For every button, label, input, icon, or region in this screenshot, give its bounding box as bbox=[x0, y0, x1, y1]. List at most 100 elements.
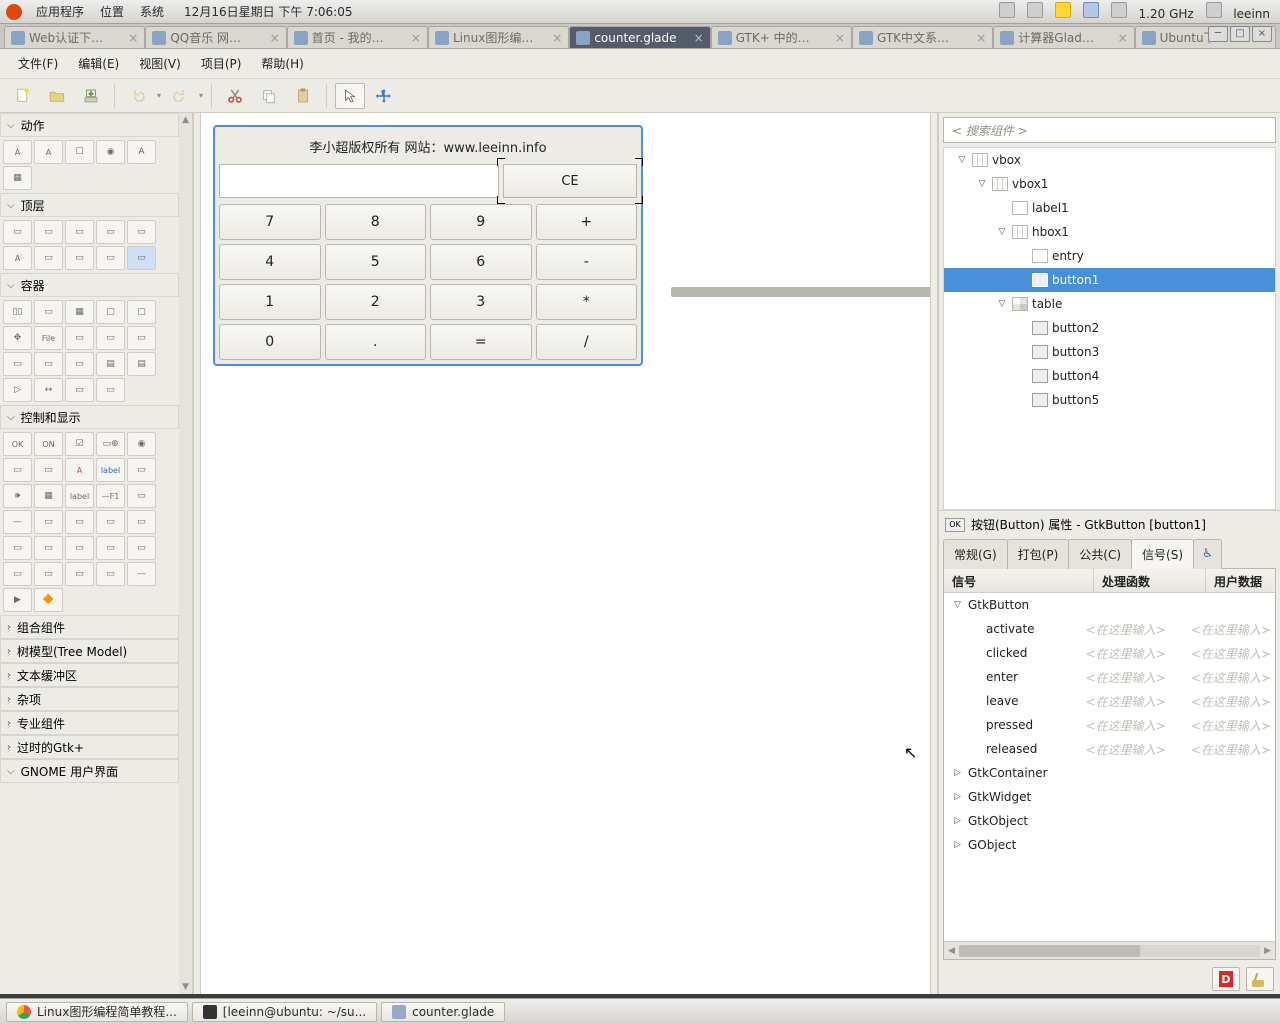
key-9[interactable]: 9 bbox=[430, 204, 532, 240]
palette-section-actions[interactable]: ⌵动作 bbox=[0, 113, 179, 137]
palette-item[interactable]: ▭ bbox=[127, 220, 156, 244]
palette-section-tree[interactable]: ›树模型(Tree Model) bbox=[0, 639, 179, 663]
palette-item[interactable]: ↔ bbox=[34, 378, 63, 402]
maximize-button[interactable]: □ bbox=[1230, 26, 1250, 42]
col-handler[interactable]: 处理函数 bbox=[1094, 569, 1206, 592]
palette-item[interactable]: A bbox=[65, 458, 94, 482]
menu-help[interactable]: 帮助(H) bbox=[253, 51, 311, 76]
tab-active[interactable]: counter.glade× bbox=[569, 26, 710, 48]
signal-group[interactable]: ▷GObject bbox=[944, 833, 1275, 857]
palette-item[interactable]: ▦ bbox=[65, 300, 94, 324]
tree-row[interactable]: ▽vbox1 bbox=[944, 172, 1275, 196]
palette-item[interactable]: OK bbox=[3, 432, 32, 456]
palette-item[interactable]: ▭ bbox=[3, 562, 32, 586]
palette-item[interactable]: ▭ bbox=[34, 220, 63, 244]
palette-item[interactable]: label bbox=[96, 458, 125, 482]
tab[interactable]: 首页 - 我的…× bbox=[287, 26, 428, 48]
clock[interactable]: 12月16日星期日 下午 7:06:05 bbox=[184, 3, 352, 20]
tree-row[interactable]: ▽table bbox=[944, 292, 1275, 316]
close-icon[interactable]: × bbox=[411, 31, 421, 45]
tray-applet[interactable] bbox=[1107, 2, 1131, 18]
palette-scrollbar[interactable]: ▲▼ bbox=[179, 113, 192, 994]
close-icon[interactable]: × bbox=[976, 31, 986, 45]
palette-item[interactable]: ▭ bbox=[3, 536, 32, 560]
expand-icon[interactable]: ▽ bbox=[996, 227, 1008, 237]
palette-item[interactable]: ◉ bbox=[96, 140, 125, 164]
palette-item[interactable]: ▭ bbox=[34, 458, 63, 482]
new-button[interactable] bbox=[8, 83, 38, 109]
sash[interactable] bbox=[930, 113, 938, 994]
palette-item[interactable]: ▭ bbox=[127, 510, 156, 534]
key-5[interactable]: 5 bbox=[325, 244, 427, 280]
palette-section-special[interactable]: ›专业组件 bbox=[0, 711, 179, 735]
close-icon[interactable]: × bbox=[1118, 31, 1128, 45]
palette-item[interactable]: ▤ bbox=[127, 352, 156, 376]
palette-item[interactable]: —F1 bbox=[96, 484, 125, 508]
task-glade[interactable]: counter.glade bbox=[381, 1002, 505, 1022]
tab[interactable]: QQ音乐 网…× bbox=[145, 26, 286, 48]
key-dot[interactable]: . bbox=[325, 324, 427, 360]
palette-item[interactable]: A bbox=[3, 140, 32, 164]
task-chrome[interactable]: Linux图形编程简单教程... bbox=[6, 1002, 188, 1022]
palette-item[interactable]: ▭ bbox=[65, 378, 94, 402]
undo-button[interactable] bbox=[123, 83, 153, 109]
palette-section-composite[interactable]: ›组合组件 bbox=[0, 615, 179, 639]
palette-item[interactable]: ▭⊕ bbox=[96, 432, 125, 456]
menu-edit[interactable]: 编辑(E) bbox=[70, 51, 127, 76]
tab[interactable]: Web认证下…× bbox=[4, 26, 145, 48]
key-eq[interactable]: = bbox=[430, 324, 532, 360]
palette-item[interactable]: ▭ bbox=[34, 246, 63, 270]
tab-a11y[interactable]: ♿ bbox=[1193, 539, 1222, 569]
key-minus[interactable]: - bbox=[536, 244, 638, 280]
palette-item[interactable]: — bbox=[3, 510, 32, 534]
paste-button[interactable] bbox=[288, 83, 318, 109]
tab-general[interactable]: 常规(G) bbox=[943, 539, 1008, 569]
tree-row[interactable]: ▽hbox1 bbox=[944, 220, 1275, 244]
system-menu[interactable]: 系统 bbox=[132, 3, 172, 20]
palette-item[interactable]: ▭ bbox=[96, 246, 125, 270]
design-canvas[interactable]: 李小超版权所有 网站：www.leeinn.info CE 7 8 9 + 4 … bbox=[201, 113, 930, 994]
undo-dropdown[interactable]: ▾ bbox=[157, 91, 161, 100]
tab[interactable]: GTK中文系…× bbox=[852, 26, 993, 48]
palette-section-containers[interactable]: ⌵容器 bbox=[0, 273, 179, 297]
palette-item[interactable]: ☐ bbox=[65, 140, 94, 164]
signal-row[interactable]: leave<在这里输入><在这里输入> bbox=[944, 689, 1275, 713]
palette-item[interactable]: ▭ bbox=[127, 246, 156, 270]
ubuntu-logo-icon[interactable] bbox=[6, 4, 22, 20]
expand-icon[interactable]: ▽ bbox=[956, 155, 968, 165]
palette-item[interactable]: ON bbox=[34, 432, 63, 456]
palette-item[interactable]: A bbox=[127, 140, 156, 164]
palette-item[interactable]: 🕪 bbox=[3, 484, 32, 508]
tab-common[interactable]: 公共(C) bbox=[1068, 539, 1132, 569]
close-icon[interactable]: × bbox=[694, 31, 704, 45]
save-button[interactable] bbox=[76, 83, 106, 109]
palette-item[interactable]: ▭ bbox=[127, 458, 156, 482]
expand-icon[interactable]: ▽ bbox=[976, 179, 988, 189]
palette-item[interactable]: ▷ bbox=[3, 378, 32, 402]
palette-item[interactable]: ▭ bbox=[96, 510, 125, 534]
key-4[interactable]: 4 bbox=[219, 244, 321, 280]
palette-item[interactable]: ▭ bbox=[34, 562, 63, 586]
signal-group[interactable]: ▷GtkWidget bbox=[944, 785, 1275, 809]
palette-item[interactable]: ▭ bbox=[65, 536, 94, 560]
sash[interactable] bbox=[193, 113, 201, 994]
redo-button[interactable] bbox=[165, 83, 195, 109]
widget-tree[interactable]: ▽vbox▽vbox1label1▽hbox1entrybutton1▽tabl… bbox=[943, 147, 1276, 510]
palette-section-deprecated[interactable]: ›过时的Gtk+ bbox=[0, 735, 179, 759]
close-icon[interactable]: × bbox=[270, 31, 280, 45]
tab[interactable]: Linux图形编…× bbox=[428, 26, 569, 48]
palette-section-toplevel[interactable]: ⌵顶层 bbox=[0, 193, 179, 217]
selector-tool[interactable] bbox=[335, 83, 365, 109]
palette-item[interactable]: ☑ bbox=[65, 432, 94, 456]
palette-item[interactable]: File bbox=[34, 326, 63, 350]
key-6[interactable]: 6 bbox=[430, 244, 532, 280]
tab-signals[interactable]: 信号(S) bbox=[1131, 539, 1194, 569]
close-icon[interactable]: × bbox=[128, 31, 138, 45]
palette-section-textbuf[interactable]: ›文本缓冲区 bbox=[0, 663, 179, 687]
close-icon[interactable]: × bbox=[835, 31, 845, 45]
tree-row[interactable]: ▽vbox bbox=[944, 148, 1275, 172]
col-signal[interactable]: 信号 bbox=[944, 569, 1094, 592]
palette-section-gnomeui[interactable]: ⌵GNOME 用户界面 bbox=[0, 759, 179, 783]
user-menu[interactable]: leeinn bbox=[1229, 7, 1274, 21]
key-7[interactable]: 7 bbox=[219, 204, 321, 240]
